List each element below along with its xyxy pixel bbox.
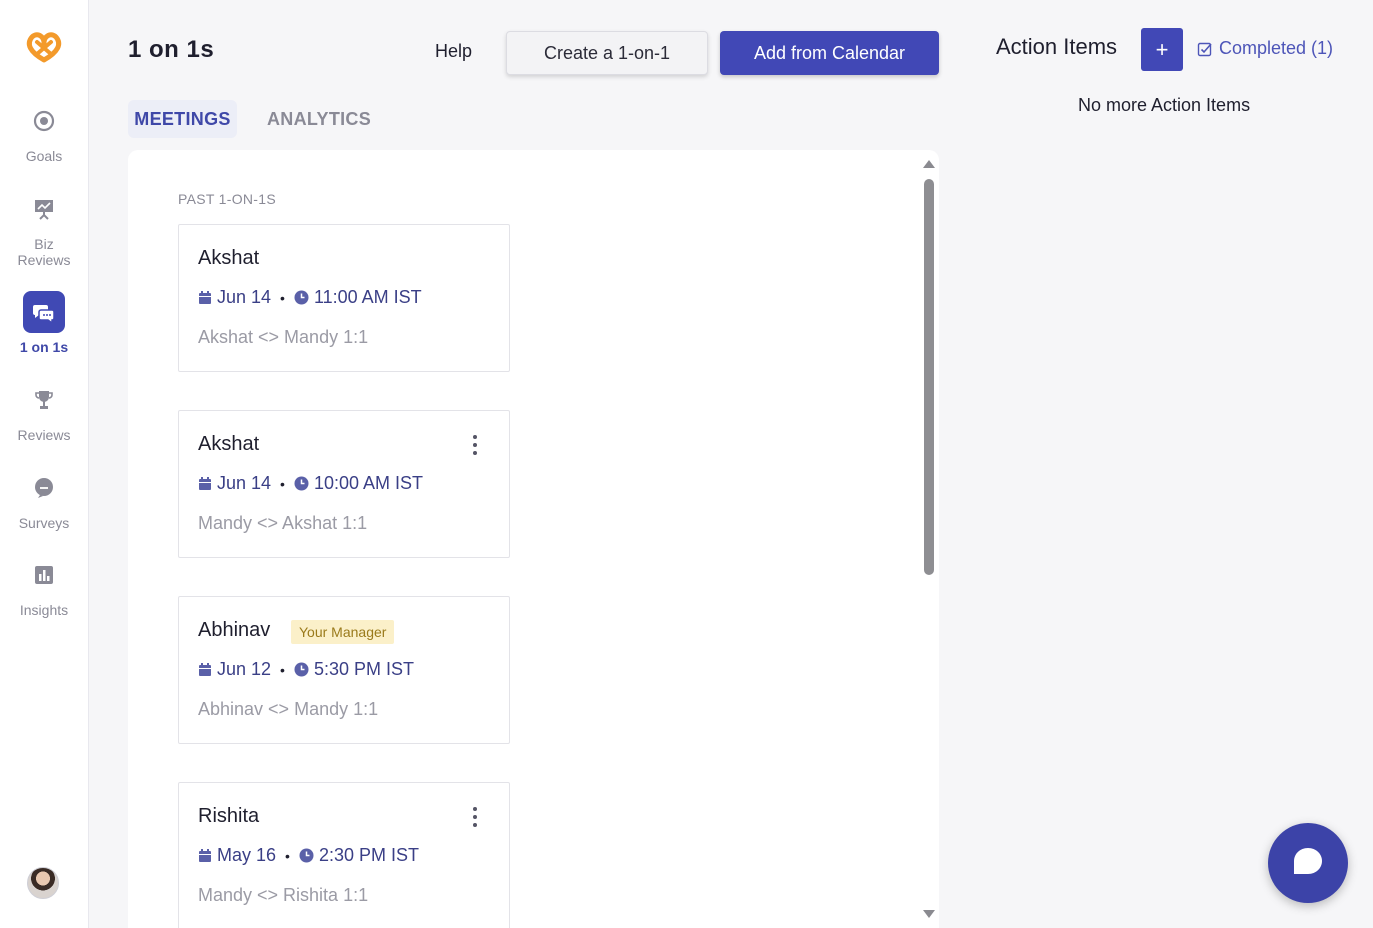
sidebar-item-biz-reviews[interactable]: Biz Reviews [0, 188, 88, 268]
page-title: 1 on 1s [128, 36, 215, 63]
participant-name: Akshat [198, 433, 260, 455]
sidebar-item-goals[interactable]: Goals [0, 100, 88, 164]
participant-name: Rishita [198, 805, 260, 827]
clock-icon [294, 476, 309, 491]
meeting-card[interactable]: Abhinav Your Manager Jun 12 • 5:30 PM IS… [178, 596, 510, 744]
trophy-icon [23, 379, 65, 421]
sidebar-item-label: Reviews [17, 427, 71, 443]
sidebar-item-label: Goals [25, 148, 63, 164]
add-from-calendar-button[interactable]: Add from Calendar [720, 31, 939, 75]
calendar-icon [198, 662, 212, 677]
chat-bubble-icon [1292, 846, 1324, 881]
meeting-time: 5:30 PM IST [313, 659, 414, 679]
meeting-date: Jun 14 [217, 287, 272, 307]
help-link[interactable]: Help [435, 41, 472, 62]
section-label-past-1-on-1s: PAST 1-ON-1S [178, 191, 276, 207]
target-icon [23, 100, 65, 142]
separator-dot: • [280, 475, 285, 492]
meeting-date: Jun 14 [217, 473, 272, 493]
participant-name: Akshat [198, 247, 260, 269]
sidebar-item-label: 1 on 1s [19, 339, 69, 355]
completed-label: Completed (1) [1219, 38, 1334, 58]
scroll-down-arrow[interactable] [923, 910, 935, 918]
create-1-on-1-button[interactable]: Create a 1-on-1 [506, 31, 708, 75]
completed-action-items-link[interactable]: Completed (1) [1197, 38, 1333, 59]
empty-action-items-message: No more Action Items [1078, 95, 1251, 115]
meeting-time: 10:00 AM IST [313, 473, 424, 493]
chat-bubbles-icon [23, 291, 65, 333]
user-avatar[interactable] [27, 867, 59, 899]
chat-support-button[interactable] [1268, 823, 1348, 903]
meetings-panel: PAST 1-ON-1S Akshat Jun 14 • 11:00 AM IS… [128, 150, 939, 928]
presentation-board-icon [23, 188, 65, 230]
clock-icon [299, 848, 314, 863]
sidebar-item-label: Surveys [18, 515, 70, 531]
scroll-up-arrow[interactable] [923, 160, 935, 168]
meeting-datetime: Jun 14 • 11:00 AM IST [198, 287, 422, 308]
meeting-time: 2:30 PM IST [318, 845, 419, 865]
calendar-icon [198, 476, 212, 491]
meeting-card[interactable]: Rishita May 16 • 2:30 PM IST Mandy <> Ri… [178, 782, 510, 928]
calendar-icon [198, 848, 212, 863]
meeting-title: Mandy <> Akshat 1:1 [198, 513, 368, 533]
more-options-icon[interactable] [467, 435, 483, 455]
your-manager-badge: Your Manager [291, 620, 395, 644]
sidebar-item-1-on-1s[interactable]: 1 on 1s [0, 291, 88, 355]
tab-meetings[interactable]: MEETINGS [128, 100, 237, 138]
bar-chart-icon [23, 554, 65, 596]
sidebar-item-label: Biz Reviews [17, 236, 71, 268]
clock-icon [294, 662, 309, 677]
checkbox-icon [1197, 41, 1213, 57]
meeting-time: 11:00 AM IST [313, 287, 422, 307]
meeting-title: Abhinav <> Mandy 1:1 [198, 699, 379, 719]
more-options-icon[interactable] [467, 807, 483, 827]
action-items-title: Action Items [996, 34, 1118, 59]
sidebar-item-surveys[interactable]: Surveys [0, 467, 88, 531]
meeting-datetime: May 16 • 2:30 PM IST [198, 845, 419, 866]
sidebar-item-insights[interactable]: Insights [0, 554, 88, 618]
meeting-title: Akshat <> Mandy 1:1 [198, 327, 369, 347]
meeting-datetime: Jun 12 • 5:30 PM IST [198, 659, 414, 680]
calendar-icon [198, 290, 212, 305]
scrollbar-thumb[interactable] [924, 179, 934, 575]
clock-icon [294, 290, 309, 305]
survey-bubble-icon [23, 467, 65, 509]
meeting-datetime: Jun 14 • 10:00 AM IST [198, 473, 423, 494]
participant-name: Abhinav [198, 619, 271, 641]
meeting-card[interactable]: Akshat Jun 14 • 10:00 AM IST Mandy <> Ak… [178, 410, 510, 558]
separator-dot: • [285, 847, 290, 864]
sidebar-item-label: Insights [19, 602, 69, 618]
add-action-item-button[interactable]: + [1141, 28, 1183, 71]
pretzel-logo[interactable] [24, 30, 64, 66]
sidebar-item-reviews[interactable]: Reviews [0, 379, 88, 443]
separator-dot: • [280, 661, 285, 678]
tab-analytics[interactable]: ANALYTICS [262, 100, 376, 138]
sidebar: Goals Biz Reviews 1 on 1s Reviews Survey… [0, 0, 89, 928]
meeting-title: Mandy <> Rishita 1:1 [198, 885, 369, 905]
meeting-date: Jun 12 [217, 659, 272, 679]
meeting-card[interactable]: Akshat Jun 14 • 11:00 AM IST Akshat <> M… [178, 224, 510, 372]
separator-dot: • [280, 289, 285, 306]
meeting-date: May 16 [217, 845, 277, 865]
